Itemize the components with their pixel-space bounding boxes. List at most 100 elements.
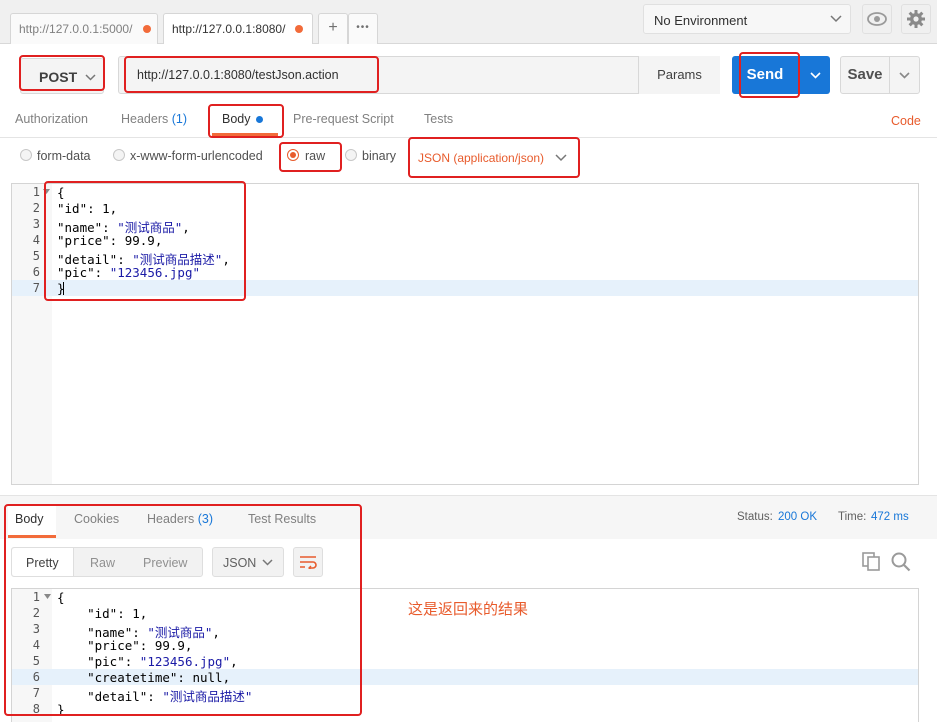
wrap-icon xyxy=(300,556,317,569)
code-token: } xyxy=(57,702,65,717)
code-line: "pic": "123456.jpg" xyxy=(57,265,200,280)
code-token: , xyxy=(212,625,220,640)
line-number: 4 xyxy=(32,638,40,652)
request-tab-2[interactable]: http://127.0.0.1:8080/ xyxy=(163,13,313,44)
unsaved-dot-icon xyxy=(143,25,151,33)
chevron-down-icon xyxy=(809,71,821,79)
line-number: 2 xyxy=(32,606,40,620)
code-line: "createtime": null, xyxy=(57,670,230,685)
code-token: "price": 99.9, xyxy=(57,233,163,248)
radio-urlencoded[interactable] xyxy=(113,149,125,161)
url-input[interactable]: http://127.0.0.1:8080/testJson.action xyxy=(118,56,718,94)
method-select[interactable]: POST xyxy=(20,58,104,94)
format-label: JSON xyxy=(223,556,257,570)
environment-select[interactable]: No Environment xyxy=(643,4,851,34)
code-token: "pic": xyxy=(57,265,110,280)
code-token: "createtime": null, xyxy=(57,670,231,685)
response-tab-test-results[interactable]: Test Results xyxy=(248,512,316,526)
tab-bar: http://127.0.0.1:5000/ http://127.0.0.1:… xyxy=(0,0,937,44)
response-tab-cookies[interactable]: Cookies xyxy=(74,512,119,526)
response-tab-body[interactable]: Body xyxy=(8,504,56,538)
radio-binary[interactable] xyxy=(345,149,357,161)
request-body-editor[interactable]: 1 2 3 4 5 6 7{"id": 1, "name": "测试商品", "price": … xyxy=(11,183,919,485)
radio-form-data[interactable] xyxy=(20,149,32,161)
status-label: Status: xyxy=(737,511,773,523)
send-button[interactable]: Send xyxy=(732,56,798,94)
response-headers-count: (3) xyxy=(197,512,214,526)
environment-label: No Environment xyxy=(654,13,748,28)
line-number: 3 xyxy=(32,622,40,636)
method-label: POST xyxy=(39,69,78,85)
send-options-button[interactable] xyxy=(799,56,830,94)
time-label: Time: xyxy=(838,511,867,523)
new-tab-button[interactable]: + xyxy=(318,13,348,44)
preview-button[interactable]: Preview xyxy=(143,556,187,570)
line-number: 7 xyxy=(32,686,40,700)
quick-look-button[interactable] xyxy=(862,4,892,34)
chevron-down-icon xyxy=(555,154,567,162)
params-button[interactable]: Params xyxy=(638,56,720,94)
divider xyxy=(0,137,937,138)
save-button-group: Save xyxy=(840,56,920,94)
chevron-down-icon xyxy=(830,15,842,23)
code-line: "id": 1, xyxy=(57,201,117,216)
tab-pre-request-script[interactable]: Pre-request Script xyxy=(293,112,394,126)
more-tabs-button[interactable]: ••• xyxy=(348,13,378,44)
annotation-note: 这是返回来的结果 xyxy=(408,600,529,618)
radio-urlencoded-label: x-www-form-urlencoded xyxy=(130,149,263,163)
code-line: "price": 99.9, xyxy=(57,233,162,248)
line-number: 2 xyxy=(32,201,40,215)
line-number: 8 xyxy=(32,702,40,716)
tab-headers[interactable]: Headers (1) xyxy=(121,112,187,126)
line-number: 6 xyxy=(32,265,40,279)
request-tab-1[interactable]: http://127.0.0.1:5000/ xyxy=(10,13,158,44)
code-token: "pic": xyxy=(57,654,140,669)
copy-button[interactable] xyxy=(862,552,880,574)
line-number: 1 xyxy=(32,185,40,199)
format-select[interactable]: JSON xyxy=(212,547,284,577)
radio-form-data-label: form-data xyxy=(37,149,91,163)
code-link[interactable]: Code xyxy=(891,114,921,128)
raw-button[interactable]: Raw xyxy=(90,556,115,570)
active-line-highlight xyxy=(12,280,918,296)
wrap-lines-button[interactable] xyxy=(293,547,323,577)
request-tab-url: http://127.0.0.1:5000/ xyxy=(19,22,133,36)
radio-raw[interactable] xyxy=(287,149,299,161)
line-number: 4 xyxy=(32,233,40,247)
save-button[interactable]: Save xyxy=(841,57,889,93)
code-line: "pic": "123456.jpg", xyxy=(57,654,238,669)
tab-authorization[interactable]: Authorization xyxy=(15,112,88,126)
tab-tests[interactable]: Tests xyxy=(424,112,453,126)
code-token: "price": 99.9, xyxy=(57,638,193,653)
text-cursor xyxy=(63,282,64,295)
save-options-button[interactable] xyxy=(889,57,919,93)
code-token: { xyxy=(57,185,65,200)
fold-arrow-icon[interactable] xyxy=(44,594,51,599)
time-value: 472 ms xyxy=(871,511,909,523)
line-number: 6 xyxy=(32,670,40,684)
radio-raw-label: raw xyxy=(305,149,326,163)
code-token: { xyxy=(57,590,65,605)
pretty-button[interactable]: Pretty xyxy=(26,556,59,570)
tab-body[interactable]: Body xyxy=(212,104,278,136)
unsaved-dot-icon xyxy=(295,25,303,33)
code-line: } xyxy=(57,702,65,717)
headers-count: (1) xyxy=(171,112,188,126)
line-number: 3 xyxy=(32,217,40,231)
response-tab-headers[interactable]: Headers (3) xyxy=(147,512,213,526)
search-button[interactable] xyxy=(891,552,911,575)
request-tab-url: http://127.0.0.1:8080/ xyxy=(172,22,286,36)
line-number: 5 xyxy=(32,654,40,668)
content-type-label: JSON (application/json) xyxy=(418,151,545,165)
string-token: "123456.jpg" xyxy=(139,654,231,669)
line-number: 5 xyxy=(32,249,40,263)
eye-icon xyxy=(867,12,887,26)
settings-button[interactable] xyxy=(901,4,931,34)
code-line: { xyxy=(57,185,65,200)
code-token: , xyxy=(230,654,238,669)
code-line: "price": 99.9, xyxy=(57,638,192,653)
string-token: "123456.jpg" xyxy=(109,265,200,280)
fold-arrow-icon[interactable] xyxy=(43,189,50,194)
code-line: { xyxy=(57,590,65,605)
code-token: "id": 1, xyxy=(57,606,148,621)
